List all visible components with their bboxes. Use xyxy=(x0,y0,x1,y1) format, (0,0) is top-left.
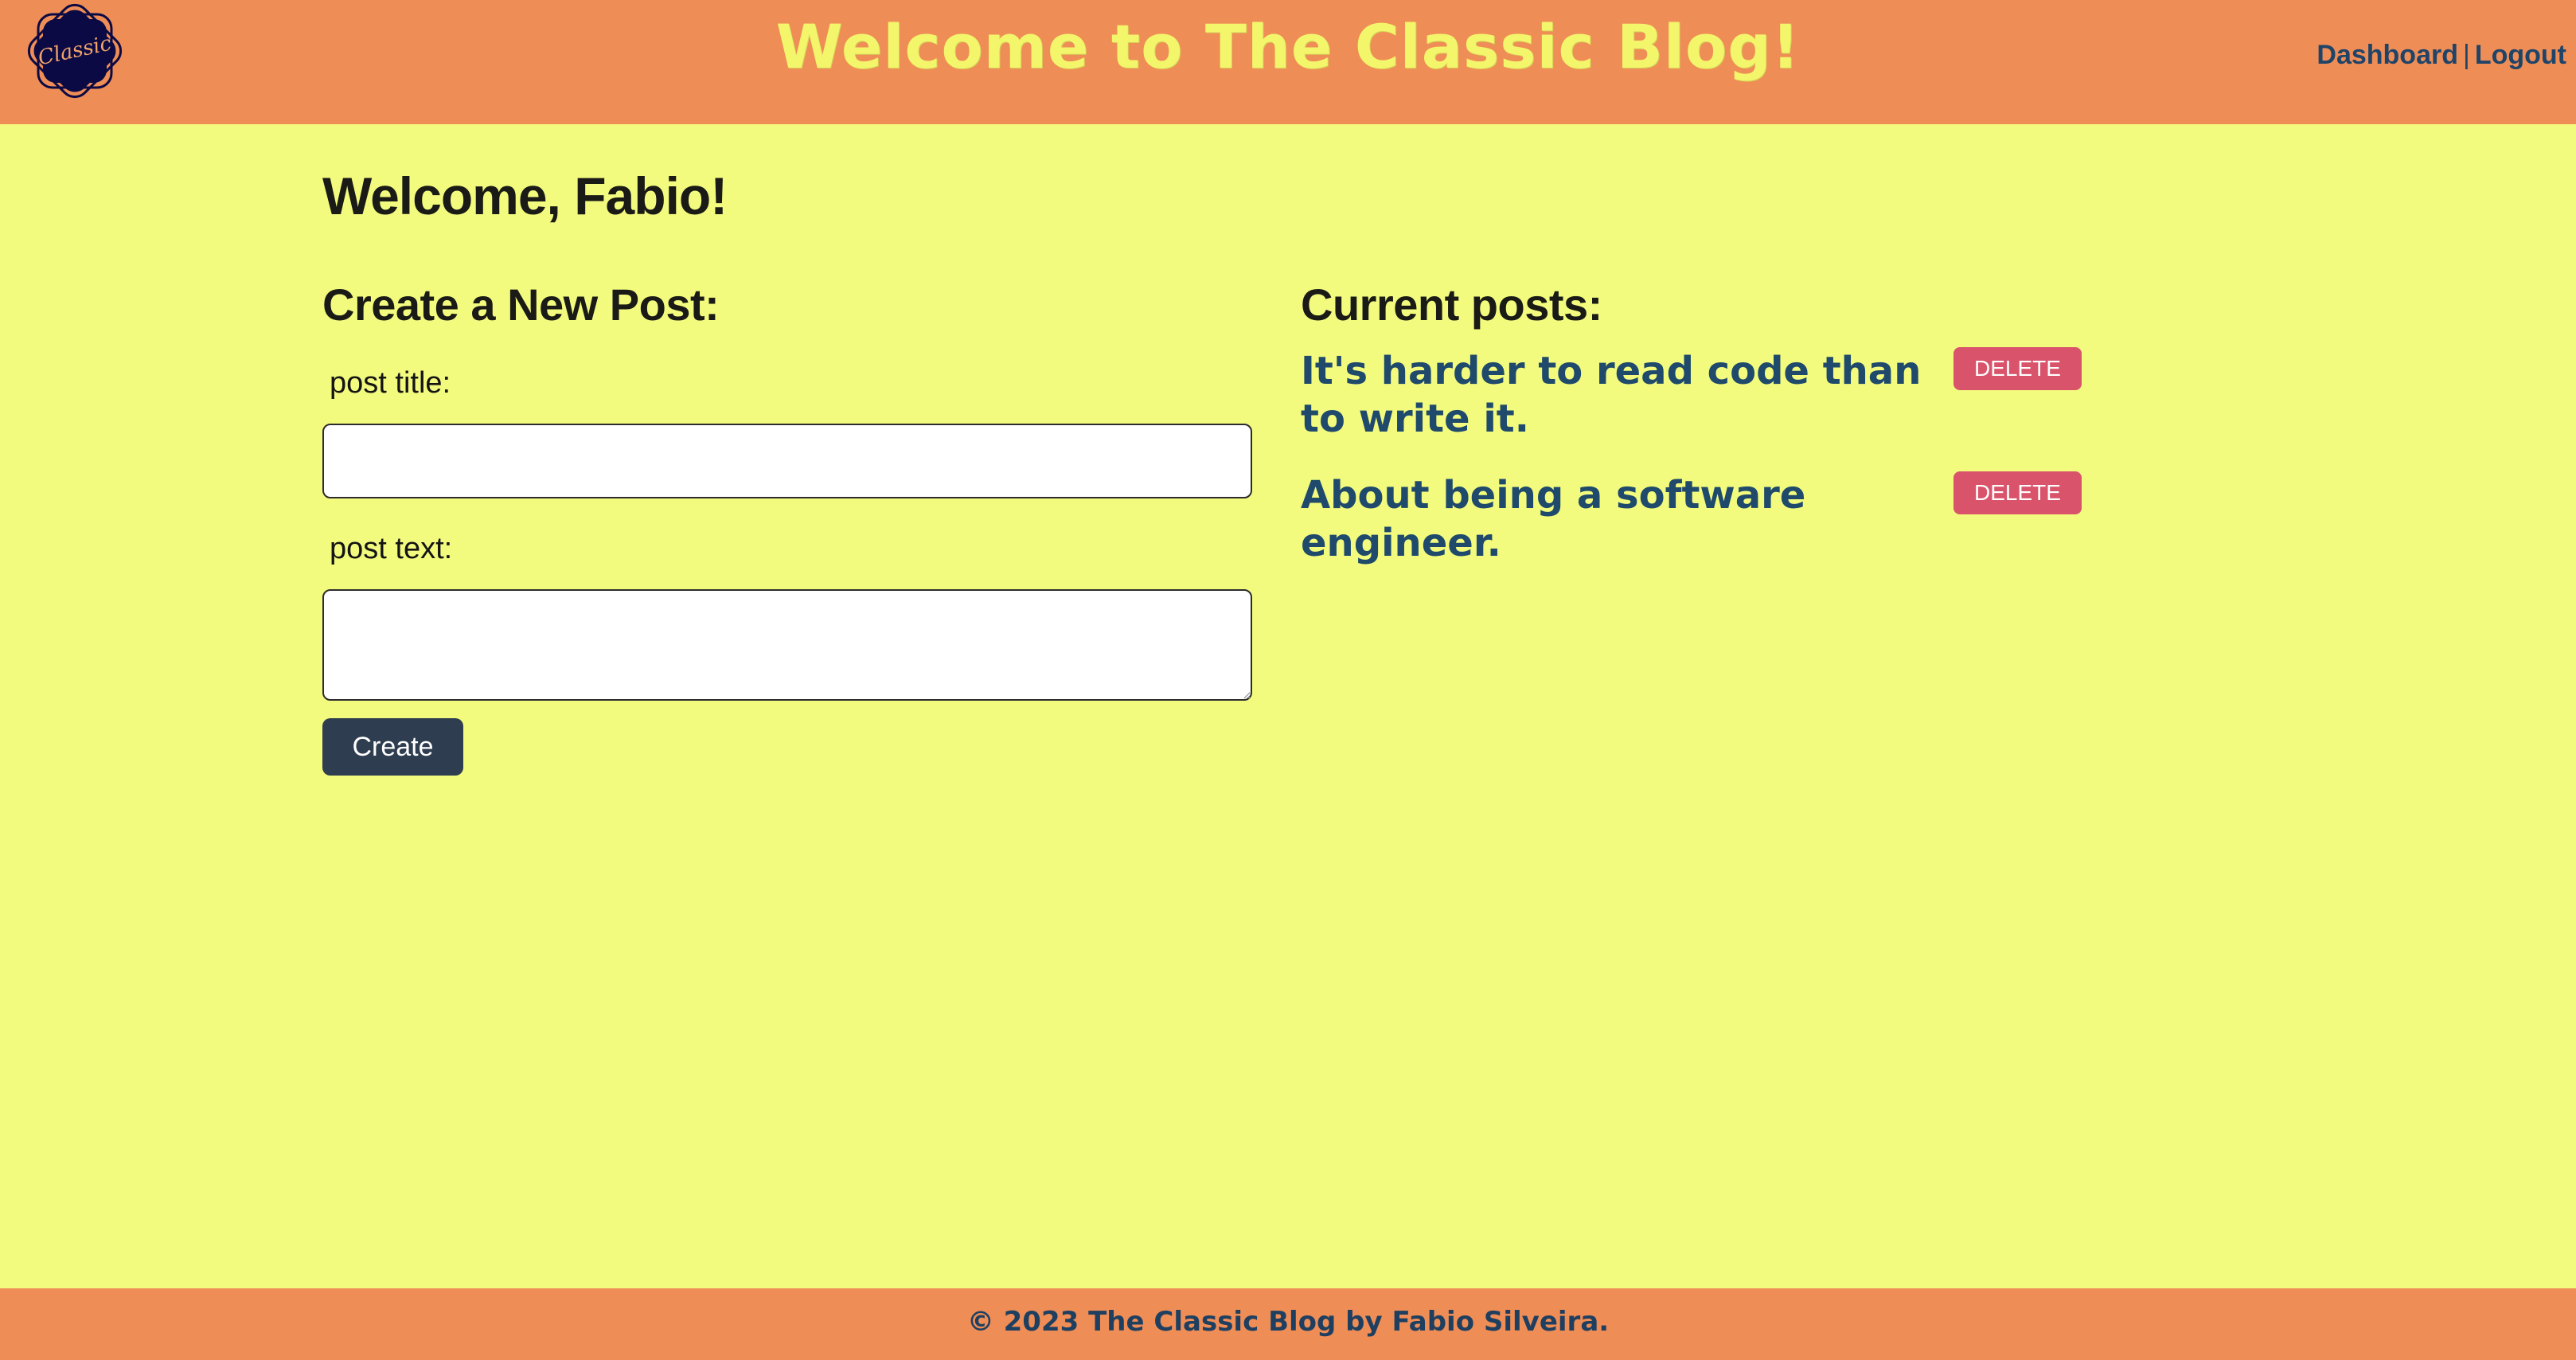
post-text-label: post text: xyxy=(330,532,453,565)
nav-separator: | xyxy=(2462,40,2470,70)
post-text-input[interactable] xyxy=(322,589,1252,701)
current-posts-heading: Current posts: xyxy=(1301,279,1602,330)
delete-post-button[interactable]: DELETE xyxy=(1953,471,2082,514)
post-title-link[interactable]: It's harder to read code than to write i… xyxy=(1301,347,1938,443)
site-header: Classic Welcome to The Classic Blog! Das… xyxy=(0,0,2576,124)
site-title: Welcome to The Classic Blog! xyxy=(775,11,1801,82)
top-nav: Dashboard | Logout xyxy=(2316,40,2566,71)
create-post-heading: Create a New Post: xyxy=(322,279,720,330)
site-footer: © 2023 The Classic Blog by Fabio Silveir… xyxy=(0,1288,2576,1360)
post-title-link[interactable]: About being a software engineer. xyxy=(1301,471,1938,567)
create-post-button[interactable]: Create xyxy=(322,718,463,776)
dashboard-link[interactable]: Dashboard xyxy=(2316,40,2458,70)
post-title-label: post title: xyxy=(330,366,451,400)
delete-post-button[interactable]: DELETE xyxy=(1953,347,2082,390)
post-title-input[interactable] xyxy=(322,424,1252,498)
footer-copyright: © 2023 The Classic Blog by Fabio Silveir… xyxy=(966,1306,1610,1338)
logout-link[interactable]: Logout xyxy=(2475,40,2566,70)
welcome-heading: Welcome, Fabio! xyxy=(322,166,728,225)
